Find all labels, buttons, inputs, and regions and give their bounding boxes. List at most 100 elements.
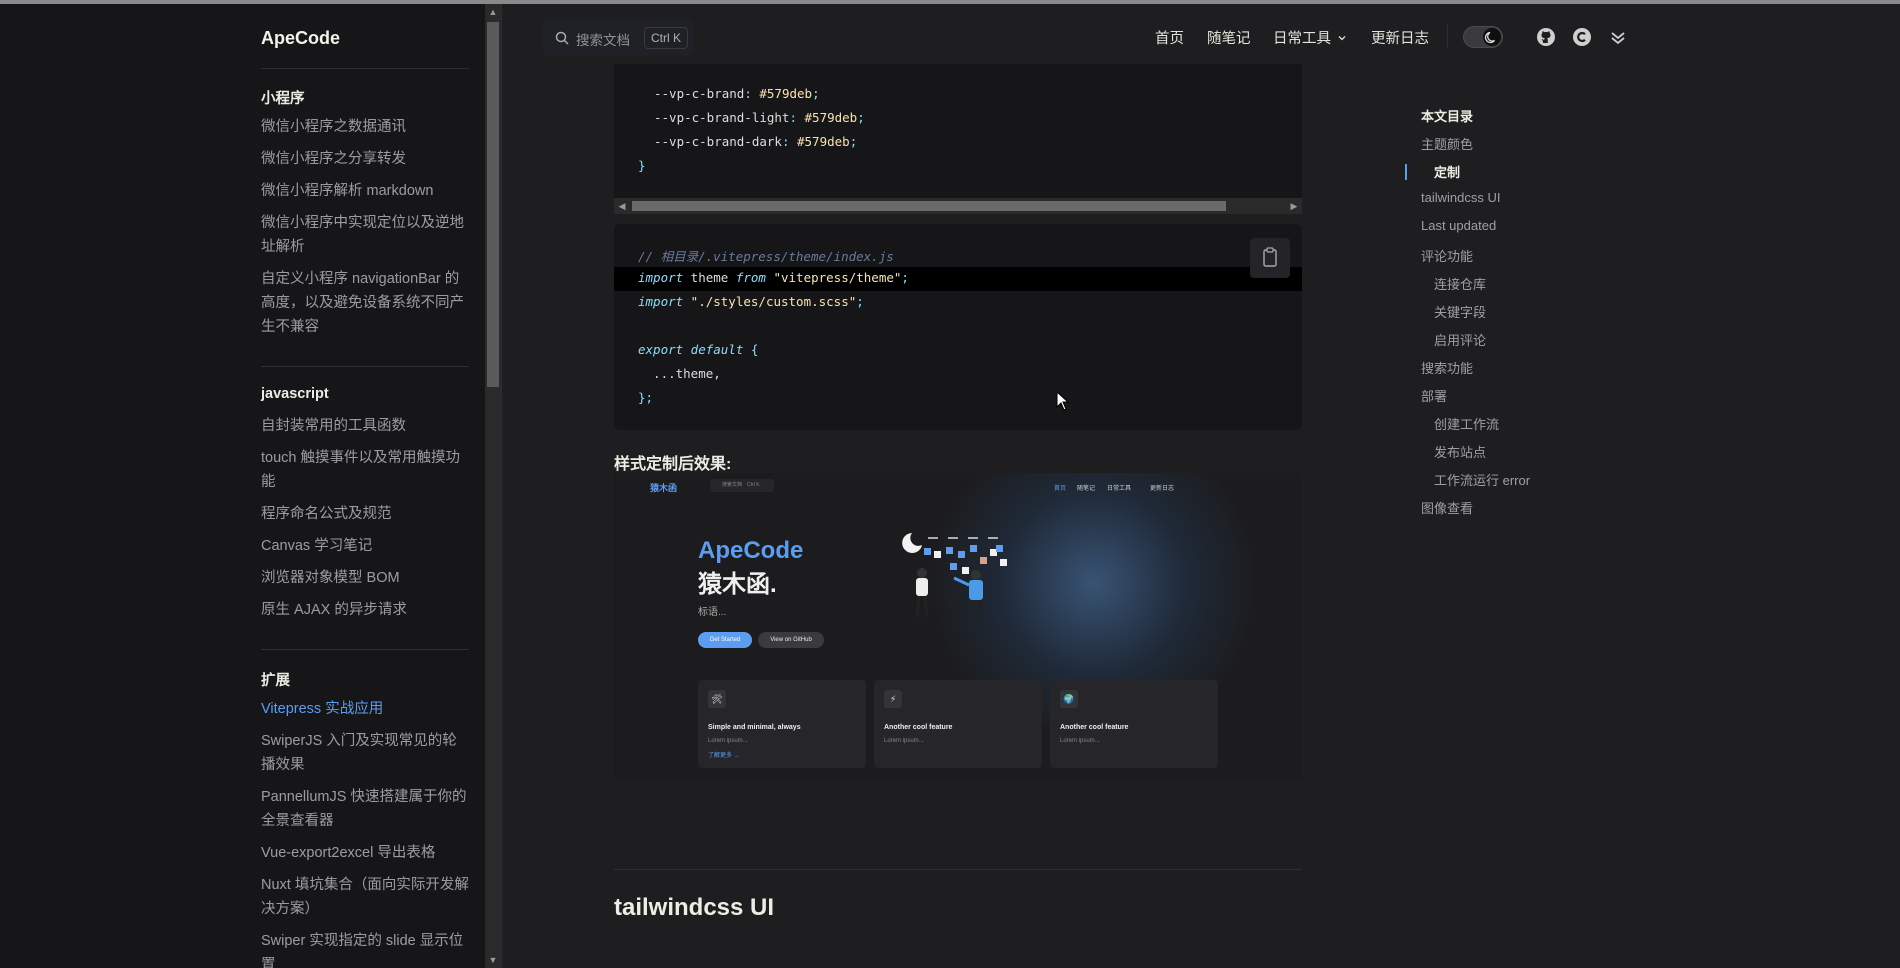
preview-get-started: Get Started <box>698 632 752 648</box>
double-chevron-icon[interactable] <box>1608 27 1628 47</box>
preview-hero-text: 猿木函. <box>698 571 777 598</box>
sidebar-scrollbar[interactable]: ▲ ▼ <box>485 4 501 968</box>
toc-link[interactable]: 工作流运行 error <box>1434 470 1530 489</box>
preview-nav-item: 首页 <box>1054 486 1067 492</box>
code-line: --vp-c-brand-dark: #579deb; <box>654 134 858 149</box>
toc-link[interactable]: Last updated <box>1421 218 1496 233</box>
toc-link[interactable]: 创建工作流 <box>1434 414 1499 433</box>
sidebar-divider <box>261 68 469 69</box>
code-line: --vp-c-brand-light: #579deb; <box>654 110 865 125</box>
preview-feature-card: ⚡ Another cool feature Lorem ipsum... <box>874 680 1042 768</box>
search-button[interactable]: 搜索文档 Ctrl K <box>542 20 694 56</box>
sidebar-link[interactable]: 微信小程序之分享转发 <box>261 147 469 171</box>
nav-tools-label: 日常工具 <box>1273 31 1331 47</box>
code-line: ...theme, <box>638 366 721 381</box>
preview-logo: 猿木函 <box>650 483 678 493</box>
preview-nav-item: 随笔记 <box>1077 486 1096 492</box>
code-line: --vp-c-brand: #579deb; <box>654 86 820 101</box>
sidebar-group-title: 小程序 <box>261 91 305 107</box>
preview-feature-card: 🛠 Simple and minimal, always Lorem ipsum… <box>698 680 866 768</box>
tools-icon: 🛠 <box>708 690 726 708</box>
search-placeholder: 搜索文档 <box>576 33 630 48</box>
sidebar-link[interactable]: 原生 AJAX 的异步请求 <box>261 598 469 622</box>
scrollbar-thumb[interactable] <box>632 201 1226 211</box>
toc-link[interactable]: 启用评论 <box>1434 330 1486 349</box>
sidebar-link[interactable]: 浏览器对象模型 BOM <box>261 566 469 590</box>
toc-link[interactable]: 关键字段 <box>1434 302 1486 321</box>
sidebar-link[interactable]: PannellumJS 快速搭建属于你的全景查看器 <box>261 785 469 833</box>
content-divider <box>501 4 502 968</box>
clipboard-icon <box>1263 247 1277 267</box>
code-line: export default { <box>638 342 759 357</box>
nav-changelog[interactable]: 更新日志 <box>1371 27 1429 48</box>
section-heading: tailwindcss UI <box>614 894 775 921</box>
toc-link[interactable]: 部署 <box>1421 386 1447 405</box>
feature-title: Another cool feature <box>884 724 953 731</box>
sidebar-link[interactable]: Swiper 实现指定的 slide 显示位置 <box>261 929 469 968</box>
feature-desc: Lorem ipsum... <box>884 738 924 744</box>
preview-image[interactable]: 猿木函 搜索文档 Ctrl K 首页 随笔记 日常工具 更新日志 ApeCode… <box>614 473 1302 780</box>
toc-link[interactable]: tailwindcss UI <box>1421 190 1500 205</box>
code-line: }; <box>638 390 654 405</box>
chevron-down-icon <box>1338 36 1346 41</box>
section-divider <box>614 869 1302 870</box>
feature-desc: Lorem ipsum... <box>1060 738 1100 744</box>
mouse-cursor-icon <box>1056 391 1070 411</box>
sidebar-link-active[interactable]: Vitepress 实战应用 <box>261 697 469 721</box>
scroll-right-arrow-icon[interactable]: ▶ <box>1286 198 1302 214</box>
toc-link[interactable]: 图像查看 <box>1421 498 1473 517</box>
site-title[interactable]: ApeCode <box>261 28 340 49</box>
search-icon <box>555 31 569 45</box>
sidebar-divider <box>261 649 469 650</box>
search-shortcut: Ctrl K <box>644 27 688 49</box>
toc-link[interactable]: 评论功能 <box>1421 246 1473 265</box>
toc-title: 本文目录 <box>1421 109 1474 124</box>
preview-hero-name: ApeCode <box>698 537 804 564</box>
theme-toggle[interactable] <box>1463 26 1503 48</box>
preview-illustration <box>902 533 1007 620</box>
sidebar-divider <box>261 366 469 367</box>
code-block-css: --vp-c-brand: #579deb; --vp-c-brand-ligh… <box>614 64 1302 198</box>
code-block-js: // 相目录/.vitepress/theme/index.js import … <box>614 224 1302 430</box>
sidebar-link[interactable]: 自封装常用的工具函数 <box>261 414 469 438</box>
scroll-down-arrow-icon[interactable]: ▼ <box>485 952 501 968</box>
preview-nav-item: 日常工具 <box>1107 486 1132 492</box>
nav-notes[interactable]: 随笔记 <box>1207 27 1251 48</box>
feature-title: Another cool feature <box>1060 724 1129 731</box>
sidebar-group-title: 扩展 <box>261 673 290 689</box>
code-line: import theme from "vitepress/theme"; <box>638 270 909 285</box>
toc-link[interactable]: 搜索功能 <box>1421 358 1473 377</box>
scroll-left-arrow-icon[interactable]: ◀ <box>614 198 630 214</box>
toc-link[interactable]: 连接仓库 <box>1434 274 1486 293</box>
sidebar-link[interactable]: 微信小程序解析 markdown <box>261 179 469 203</box>
sidebar-link[interactable]: Vue-export2excel 导出表格 <box>261 841 469 865</box>
toc-link[interactable]: 发布站点 <box>1434 442 1486 461</box>
github-icon[interactable] <box>1536 27 1556 47</box>
scroll-up-arrow-icon[interactable]: ▲ <box>485 4 501 20</box>
sidebar-link[interactable]: Canvas 学习笔记 <box>261 534 469 558</box>
sidebar: ApeCode 小程序 微信小程序之数据通讯 微信小程序之分享转发 微信小程序解… <box>0 4 485 968</box>
preview-search: 搜索文档 Ctrl K <box>710 479 774 492</box>
sidebar-link[interactable]: 自定义小程序 navigationBar 的高度，以及避免设备系统不同产生不兼容 <box>261 267 469 339</box>
feature-link: 了解更多 → <box>708 753 740 759</box>
sidebar-link[interactable]: 微信小程序之数据通讯 <box>261 115 469 139</box>
nav-home[interactable]: 首页 <box>1155 27 1184 48</box>
code-line: } <box>638 158 646 173</box>
code-line: import "./styles/custom.scss"; <box>638 294 864 309</box>
copyright-c-icon[interactable] <box>1572 27 1592 47</box>
toc-active-marker <box>1405 164 1407 180</box>
code-horizontal-scrollbar[interactable]: ◀ ▶ <box>614 198 1302 214</box>
toc-link[interactable]: 主题颜色 <box>1421 134 1473 153</box>
toc-link-active[interactable]: 定制 <box>1434 162 1460 181</box>
sidebar-link[interactable]: 程序命名公式及规范 <box>261 502 469 526</box>
feature-title: Simple and minimal, always <box>708 724 801 731</box>
sidebar-link[interactable]: SwiperJS 入门及实现常见的轮播效果 <box>261 729 469 777</box>
sidebar-link[interactable]: Nuxt 填坑集合（面向实际开发解决方案） <box>261 873 469 921</box>
scrollbar-thumb[interactable] <box>487 22 499 387</box>
navbar-divider <box>1447 24 1448 48</box>
nav-tools[interactable]: 日常工具 <box>1273 27 1347 48</box>
sidebar-link[interactable]: 微信小程序中实现定位以及逆地址解析 <box>261 211 469 259</box>
copy-code-button[interactable] <box>1250 238 1290 278</box>
preview-view-github: View on GitHub <box>758 632 824 648</box>
sidebar-link[interactable]: touch 触摸事件以及常用触摸功能 <box>261 446 469 494</box>
